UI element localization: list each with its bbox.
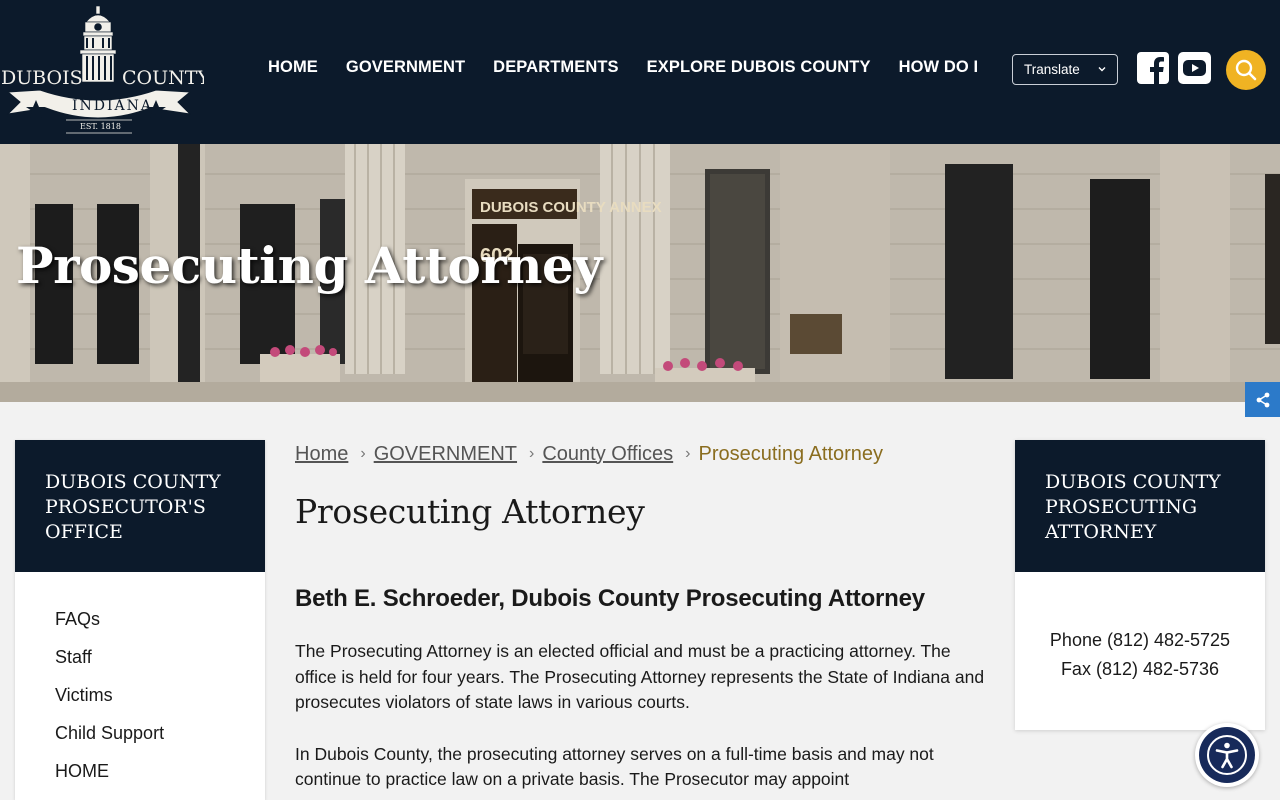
main-nav: HOME GOVERNMENT DEPARTMENTS EXPLORE DUBO… (254, 58, 992, 77)
facebook-icon[interactable] (1137, 52, 1169, 84)
logo-name-left: DUBOIS (1, 67, 83, 89)
contact-details: Phone (812) 482-5725 Fax (812) 482-5736 (1015, 626, 1265, 684)
contact-card: DUBOIS COUNTY PROSECUTING ATTORNEY Phone… (1015, 440, 1265, 730)
sidebar-item-faqs[interactable]: FAQs (55, 600, 265, 638)
hero-title: Prosecuting Attorney (16, 236, 602, 295)
fax-number: Fax (812) 482-5736 (1060, 659, 1220, 679)
share-icon (1256, 392, 1269, 407)
logo-state: INDIANA (72, 98, 153, 114)
breadcrumb-home[interactable]: Home (295, 443, 348, 466)
nav-home[interactable]: HOME (254, 58, 332, 77)
chevron-right-icon: › (685, 445, 691, 462)
nav-explore[interactable]: EXPLORE DUBOIS COUNTY (633, 58, 885, 77)
share-button[interactable] (1245, 382, 1280, 417)
contact-card-heading: DUBOIS COUNTY PROSECUTING ATTORNEY (1015, 440, 1265, 572)
search-button[interactable] (1226, 50, 1266, 90)
site-header: DUBOIS COUNTY INDIANA EST. 1818 HOME GOV… (0, 0, 1280, 144)
youtube-icon[interactable] (1178, 52, 1211, 84)
description-paragraph: In Dubois County, the prosecuting attorn… (295, 743, 934, 790)
search-icon (1235, 59, 1257, 81)
breadcrumb-government[interactable]: GOVERNMENT (374, 443, 517, 466)
accessibility-button[interactable] (1195, 723, 1259, 787)
phone-number[interactable]: Phone (812) 482-5725 (1015, 626, 1265, 655)
sidebar-item-victims[interactable]: Victims (55, 676, 265, 714)
chevron-right-icon: › (360, 445, 366, 462)
description-paragraph: The Prosecuting Attorney is an elected o… (295, 641, 985, 712)
accessibility-icon (1207, 735, 1247, 775)
section-sidebar: DUBOIS COUNTY PROSECUTOR'S OFFICE FAQs S… (15, 440, 265, 800)
annex-sign: DUBOIS COUNTY ANNEX (480, 199, 662, 216)
sidebar-menu: FAQs Staff Victims Child Support HOME (15, 572, 265, 790)
translate-label: Translate (1024, 62, 1080, 77)
sidebar-item-child-support[interactable]: Child Support (55, 714, 265, 752)
nav-departments[interactable]: DEPARTMENTS (479, 58, 632, 77)
county-logo[interactable]: DUBOIS COUNTY INDIANA EST. 1818 (0, 4, 210, 136)
main-content: Home › GOVERNMENT › County Offices › Pro… (295, 440, 990, 793)
logo-name-right: COUNTY (122, 67, 204, 89)
logo-est: EST. 1818 (80, 122, 121, 131)
breadcrumb: Home › GOVERNMENT › County Offices › Pro… (295, 440, 990, 468)
chevron-down-icon (1098, 67, 1106, 72)
chevron-right-icon: › (529, 445, 535, 462)
nav-government[interactable]: GOVERNMENT (332, 58, 479, 77)
breadcrumb-current: Prosecuting Attorney (698, 442, 884, 465)
sidebar-item-home[interactable]: HOME (55, 752, 265, 790)
official-heading: Beth E. Schroeder, Dubois County Prosecu… (295, 585, 925, 612)
breadcrumb-county-offices[interactable]: County Offices (542, 443, 673, 466)
page-title: Prosecuting Attorney (295, 492, 645, 531)
translate-select[interactable]: Translate (1012, 54, 1118, 85)
sidebar-item-staff[interactable]: Staff (55, 638, 265, 676)
nav-how-do-i[interactable]: HOW DO I (885, 58, 993, 77)
hero-banner: DUBOIS COUNTY ANNEX 602 Prosecuting Atto… (0, 144, 1280, 402)
sidebar-heading[interactable]: DUBOIS COUNTY PROSECUTOR'S OFFICE (15, 440, 265, 572)
